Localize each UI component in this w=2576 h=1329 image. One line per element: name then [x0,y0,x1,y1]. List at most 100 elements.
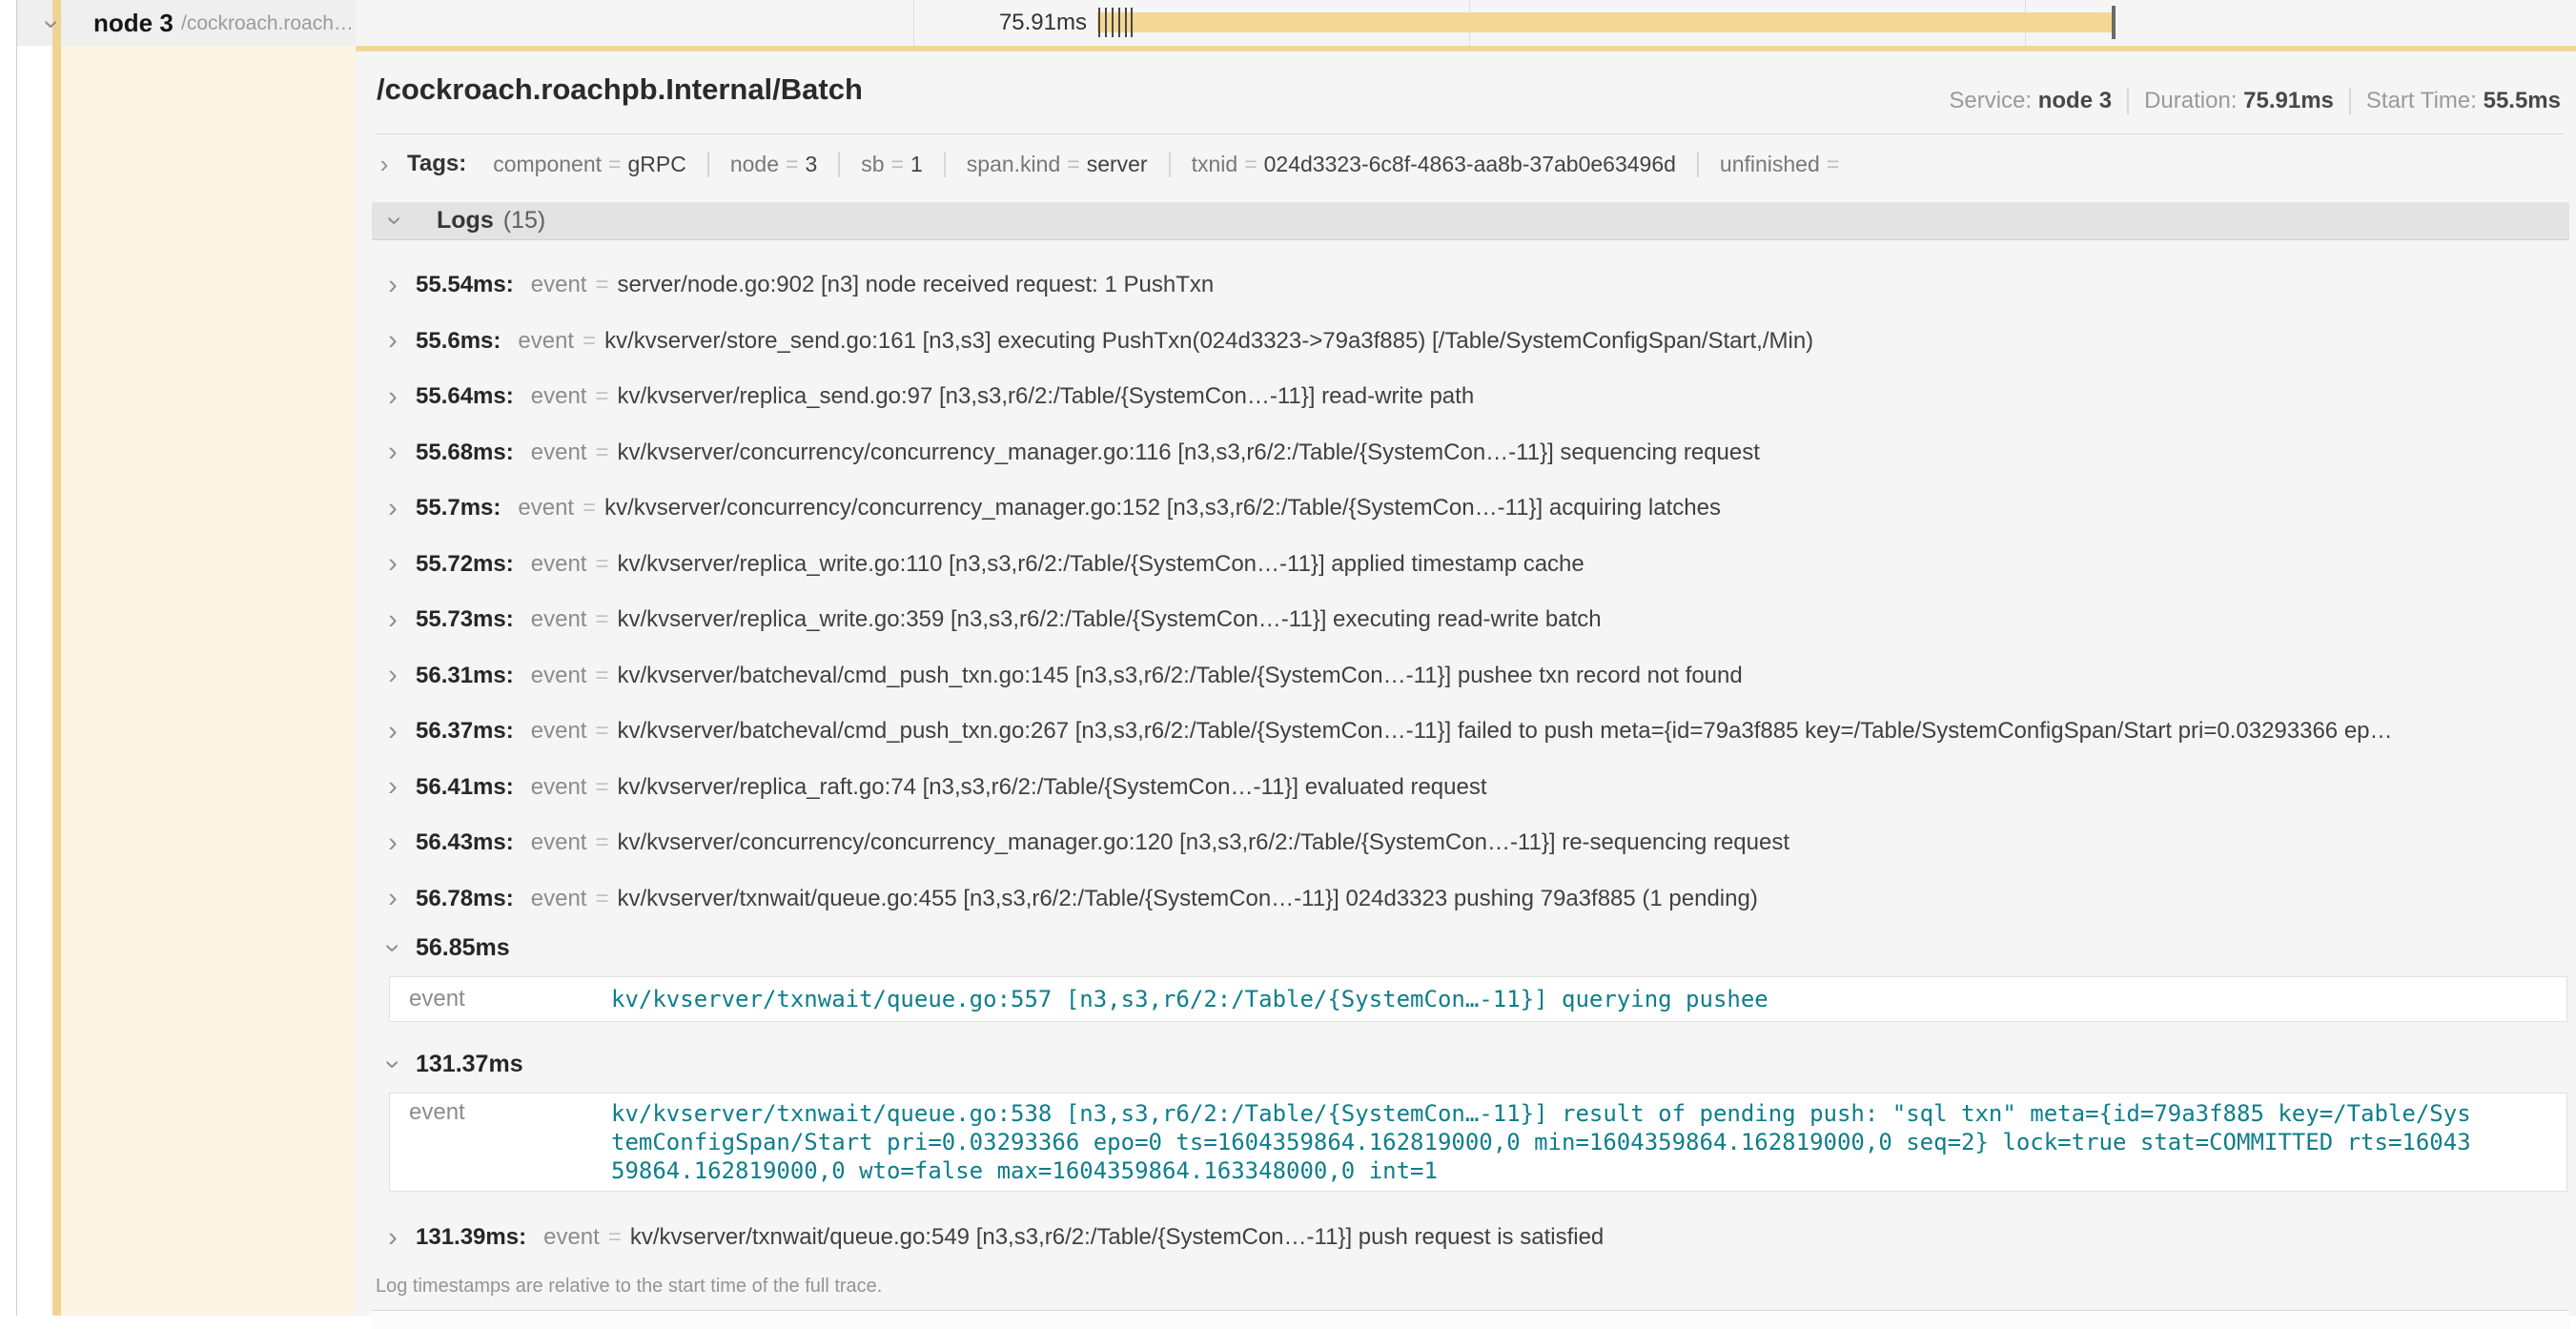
span-duration-bar[interactable] [1097,12,2115,32]
log-timestamp: 55.68ms: [416,440,514,466]
log-row[interactable]: › 56.43ms: event = kv/kvserver/concurren… [372,815,2569,871]
logs-title: Logs [437,207,494,235]
title-divider [377,133,2565,134]
tags-accordion[interactable]: › Tags: component=gRPC node=3 sb=1 span.… [375,143,2565,185]
logs-chevron-down-icon: › [381,212,409,231]
log-message: server/node.go:902 [n3] node received re… [617,272,1214,298]
log-field-key: event [531,606,587,633]
log-row[interactable]: › 56.78ms: event = kv/kvserver/txnwait/q… [372,871,2569,928]
equals-sign: = [595,829,608,856]
equals-sign: = [595,383,608,410]
log-field-value: kv/kvserver/txnwait/queue.go:538 [n3,s3,… [611,1099,2484,1185]
log-timestamp: 56.31ms: [416,663,514,689]
log-row[interactable]: › 131.39ms: event = kv/kvserver/txnwait/… [372,1210,2569,1266]
tag-key: unfinished [1720,152,1820,176]
tag-value: gRPC [627,152,685,176]
log-row[interactable]: › 55.64ms: event = kv/kvserver/replica_s… [372,369,2569,425]
log-row-expanded-header[interactable]: › 131.37ms [372,1043,2569,1085]
timeline-header: 75.91ms [356,0,2576,46]
span-summary: Service: node 3 Duration: 75.91ms Start … [1933,88,2561,114]
log-field-key: event [531,663,587,689]
trace-view-gutter-divider [16,0,17,1316]
log-field-key: event [518,495,574,521]
tag-item: component=gRPC [472,152,709,177]
equals-sign: = [595,886,608,912]
log-marker-tick [1112,8,1114,37]
logs-accordion-header[interactable]: › Logs (15) [372,202,2569,240]
log-field-key: event [531,272,587,298]
log-marker-tick [1105,8,1107,37]
equals-sign: = [1237,152,1263,176]
tag-item: node=3 [709,152,840,177]
log-field-key: event [409,986,611,1012]
log-field-key: event [518,328,574,355]
tag-item: span.kind=server [946,152,1171,177]
log-message: kv/kvserver/concurrency/concurrency_mana… [617,829,1789,856]
log-message: kv/kvserver/batcheval/cmd_push_txn.go:26… [617,718,2392,745]
equals-sign: = [595,272,608,298]
equals-sign: = [583,495,596,521]
log-field-key: event [531,551,587,578]
chevron-right-icon: › [383,550,402,578]
log-marker-tick [1131,8,1133,37]
log-row[interactable]: › 55.68ms: event = kv/kvserver/concurren… [372,425,2569,481]
log-marker-tick [1125,8,1127,37]
collapse-span-chevron-down-icon[interactable]: › [38,15,66,34]
log-timestamp: 56.85ms [416,934,510,962]
tag-value: server [1087,152,1148,176]
log-timestamp: 55.64ms: [416,383,514,410]
log-field-value: kv/kvserver/txnwait/queue.go:557 [n3,s3,… [611,985,1768,1013]
log-marker-tick-end [2112,6,2116,39]
tag-item: sb=1 [840,152,946,177]
chevron-right-icon: › [383,439,402,466]
log-row[interactable]: › 55.6ms: event = kv/kvserver/store_send… [372,314,2569,370]
log-timestamp: 56.43ms: [416,829,514,856]
chevron-right-icon: › [383,327,402,355]
log-timestamp: 55.73ms: [416,606,514,633]
service-label: Service: [1949,88,2032,113]
span-title: /cockroach.roachpb.Internal/Batch [377,72,863,107]
log-message: kv/kvserver/store_send.go:161 [n3,s3] ex… [604,328,1813,355]
span-duration-label: 75.91ms [858,10,1087,36]
logs-footer-note: Log timestamps are relative to the start… [376,1276,2569,1298]
log-row[interactable]: › 55.73ms: event = kv/kvserver/replica_w… [372,592,2569,648]
log-timestamp: 55.6ms: [416,328,501,355]
log-row[interactable]: › 55.7ms: event = kv/kvserver/concurrenc… [372,480,2569,537]
log-marker-tick [1118,8,1120,37]
log-message: kv/kvserver/replica_send.go:97 [n3,s3,r6… [617,383,1474,410]
span-name-cell[interactable]: › node 3 /cockroach.roach… [17,0,356,46]
tag-key: node [730,152,779,176]
service-value: node 3 [2038,88,2112,113]
equals-sign: = [595,663,608,689]
chevron-right-icon: › [383,718,402,746]
log-timestamp: 131.39ms: [416,1224,526,1251]
equals-sign: = [595,774,608,801]
log-row[interactable]: › 56.41ms: event = kv/kvserver/replica_r… [372,760,2569,816]
equals-sign: = [595,440,608,466]
equals-sign: = [608,1224,622,1251]
log-marker-tick [1098,8,1100,37]
start-time-value: 55.5ms [2484,88,2561,113]
log-timestamp: 56.37ms: [416,718,514,745]
chevron-right-icon: › [383,383,402,411]
equals-sign: = [583,328,596,355]
chevron-right-icon: › [383,495,402,522]
chevron-down-icon: › [379,938,407,957]
log-timestamp: 131.37ms [416,1051,523,1078]
log-row[interactable]: › 56.31ms: event = kv/kvserver/batcheval… [372,648,2569,705]
log-row-expanded-header[interactable]: › 56.85ms [372,927,2569,969]
log-timestamp: 55.54ms: [416,272,514,298]
equals-sign: = [595,606,608,633]
log-field-key: event [409,1099,611,1185]
log-row[interactable]: › 55.72ms: event = kv/kvserver/replica_w… [372,537,2569,593]
log-row[interactable]: › 55.54ms: event = server/node.go:902 [n… [372,257,2569,314]
log-message: kv/kvserver/batcheval/cmd_push_txn.go:14… [617,663,1742,689]
start-time-summary: Start Time: 55.5ms [2349,88,2561,114]
logs-count: (15) [503,207,545,235]
log-timestamp: 56.78ms: [416,886,514,912]
log-message: kv/kvserver/txnwait/queue.go:455 [n3,s3,… [617,886,1757,912]
span-operation-name: /cockroach.roach… [181,12,354,35]
chevron-right-icon: › [383,662,402,689]
tag-key: span.kind [967,152,1060,176]
log-row[interactable]: › 56.37ms: event = kv/kvserver/batcheval… [372,704,2569,760]
